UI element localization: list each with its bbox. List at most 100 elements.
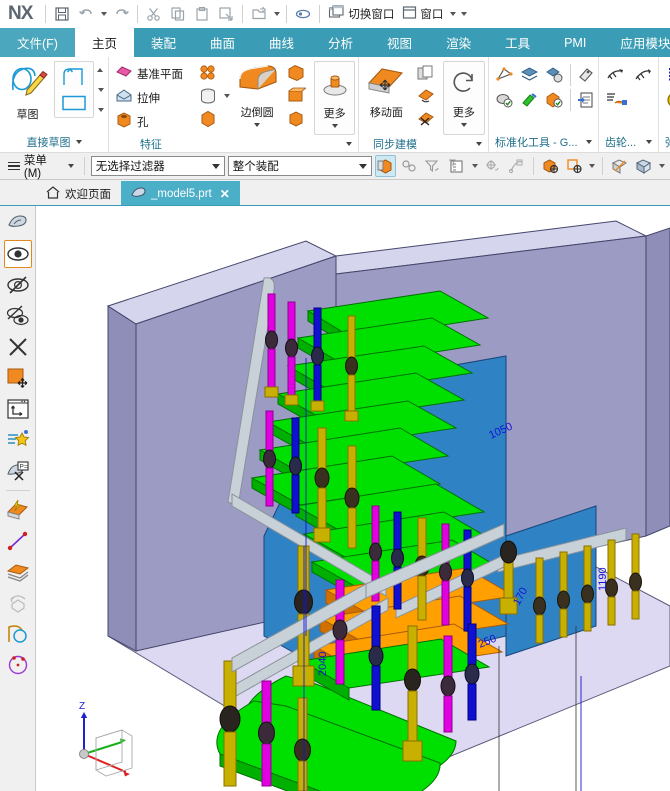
select-feature-button[interactable] (399, 155, 420, 177)
copy-button[interactable] (167, 3, 189, 25)
tab-view[interactable]: 视图 (370, 28, 429, 57)
sketch-scroll-up[interactable] (96, 64, 105, 76)
tab-home[interactable]: 主页 (75, 28, 134, 57)
redo-button[interactable] (110, 3, 132, 25)
graphics-viewport[interactable]: 2040 1190 170 250 1050 Z (36, 206, 670, 791)
cut-button[interactable] (143, 3, 165, 25)
sidebar-item-expressions[interactable]: P= (4, 457, 32, 485)
chevron-down-icon[interactable] (254, 123, 260, 127)
sidebar-item-wcs[interactable] (4, 395, 32, 423)
feature-more-button[interactable]: 更多 (314, 61, 355, 135)
document-tab-welcome[interactable]: 欢迎页面 (36, 181, 121, 205)
sidebar-item-circle-tool[interactable] (4, 651, 32, 679)
filter-reset-button[interactable] (422, 155, 443, 177)
delete-face-button[interactable] (413, 108, 439, 130)
validate-button[interactable] (492, 88, 516, 112)
selection-list-button[interactable] (446, 155, 467, 177)
layers-button[interactable] (517, 63, 541, 87)
paste-button[interactable] (191, 3, 213, 25)
chevron-down-icon[interactable] (461, 123, 467, 127)
extrude-button[interactable]: 拉伸 (112, 86, 193, 109)
copy-face-button[interactable] (413, 62, 439, 84)
sketch-rectangle-button[interactable] (57, 91, 91, 115)
tab-pmi[interactable]: PMI (547, 28, 603, 57)
direct-sketch-group-label[interactable]: 直接草图 (0, 132, 108, 152)
snap-curve-button[interactable] (506, 155, 527, 177)
hole-button[interactable]: 孔 (112, 110, 193, 133)
spring-group-label[interactable]: 弹簧 (659, 132, 670, 152)
sidebar-item-part-navigator[interactable] (4, 240, 32, 268)
sidebar-item-hide[interactable] (4, 271, 32, 299)
menu-button[interactable]: 菜单(M) (4, 155, 78, 177)
part-check-button[interactable] (542, 88, 566, 112)
edge-blend-button[interactable]: 边倒圆 (233, 61, 281, 127)
tab-applications[interactable]: 应用模块 (603, 28, 670, 57)
window-button[interactable]: 窗口 (399, 3, 446, 25)
gear-list-button[interactable] (602, 88, 632, 112)
tag-button[interactable] (575, 63, 597, 87)
standardization-group-label[interactable]: 标准化工具 - G... (489, 132, 598, 152)
tab-file[interactable]: 文件(F) (0, 28, 75, 57)
assembly-check-button[interactable] (542, 63, 566, 87)
window-dropdown[interactable] (448, 4, 457, 24)
save-button[interactable] (51, 3, 73, 25)
report-button[interactable] (575, 88, 597, 112)
qat-overflow-dropdown[interactable] (459, 4, 468, 24)
check-geometry-button[interactable] (492, 63, 516, 87)
shell-feature-button[interactable] (195, 85, 221, 107)
undo-dropdown[interactable] (99, 4, 108, 24)
gear-group-label[interactable]: 齿轮... (599, 132, 658, 152)
tab-render[interactable]: 渲染 (429, 28, 488, 57)
selection-filter-combo[interactable]: 无选择过滤器 (91, 156, 225, 176)
move-face-button[interactable]: 移动面 (362, 61, 411, 120)
sidebar-item-measure-line[interactable] (4, 527, 32, 555)
selection-scope-combo[interactable]: 整个装配 (228, 156, 372, 176)
display-more-dropdown[interactable] (657, 156, 666, 176)
sidebar-item-hide-percent[interactable] (4, 302, 32, 330)
sidebar-item-layers[interactable] (4, 558, 32, 586)
feature-more-dropdown[interactable] (222, 86, 231, 106)
sketch-profile-button[interactable] (57, 64, 91, 90)
folder-open-dropdown[interactable] (272, 4, 281, 24)
close-icon[interactable]: ✕ (220, 187, 230, 201)
snap-center-button[interactable] (564, 155, 585, 177)
sidebar-item-sketch-curve[interactable] (4, 620, 32, 648)
sketch-scroll-down[interactable] (96, 84, 105, 96)
pattern-feature-button[interactable] (195, 62, 221, 84)
document-tab-model5[interactable]: _model5.prt ✕ (121, 181, 240, 205)
selection-list-dropdown[interactable] (470, 156, 479, 176)
sketch-button[interactable]: 草图 (3, 61, 52, 122)
torsion-spring-button[interactable] (662, 88, 670, 112)
paste-special-button[interactable] (215, 3, 237, 25)
tab-assembly[interactable]: 装配 (134, 28, 193, 57)
sidebar-item-close[interactable] (4, 333, 32, 361)
tab-curve[interactable]: 曲线 (252, 28, 311, 57)
tab-surface[interactable]: 曲面 (193, 28, 252, 57)
sidebar-item-assembly-navigator[interactable] (4, 209, 32, 237)
spur-gear-button[interactable] (602, 63, 628, 87)
sidebar-item-quick-surface[interactable] (4, 496, 32, 524)
select-solid-button[interactable] (375, 155, 396, 177)
shaded-display-button[interactable] (609, 155, 630, 177)
compression-spring-button[interactable] (662, 63, 670, 87)
bevel-gear-button[interactable] (629, 63, 655, 87)
unite-feature-button[interactable] (195, 108, 221, 130)
feature-group-label[interactable]: 特征 (109, 135, 358, 152)
synchronous-group-label[interactable]: 同步建模 (359, 135, 488, 152)
snap-center-dropdown[interactable] (588, 156, 597, 176)
paint-check-button[interactable] (517, 88, 541, 112)
snap-reset-button[interactable] (482, 155, 503, 177)
sidebar-item-rotate-view[interactable] (4, 589, 32, 617)
datum-plane-button[interactable]: 基准平面 (112, 62, 193, 85)
trim-body-button[interactable] (283, 108, 309, 130)
sidebar-item-favorites[interactable] (4, 426, 32, 454)
wireframe-display-button[interactable] (633, 155, 654, 177)
stair-model-3d[interactable]: 2040 1190 170 250 1050 Z (36, 206, 670, 791)
tab-analysis[interactable]: 分析 (311, 28, 370, 57)
switch-window-button[interactable]: 切换窗口 (325, 3, 397, 25)
tab-tools[interactable]: 工具 (488, 28, 547, 57)
sketch-gallery-expand[interactable] (96, 104, 105, 116)
touch-mode-button[interactable] (292, 3, 314, 25)
paste-face-button[interactable] (413, 85, 439, 107)
snap-solid-button[interactable] (540, 155, 561, 177)
